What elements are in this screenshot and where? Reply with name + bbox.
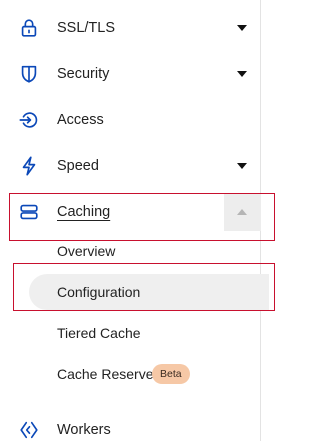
sidebar-subitem-label: Cache Reserve bbox=[57, 366, 154, 382]
sidebar-item-label: Caching bbox=[57, 204, 111, 220]
sidebar-subitem-configuration[interactable]: Configuration bbox=[0, 272, 269, 312]
sidebar-subitem-label: Configuration bbox=[57, 284, 141, 300]
sidebar-item-workers[interactable]: Workers bbox=[0, 407, 261, 441]
sidebar-item-caching[interactable]: Caching bbox=[0, 189, 261, 235]
chevron-down-icon[interactable] bbox=[235, 21, 249, 35]
sidebar-item-label: SSL/TLS bbox=[57, 20, 116, 36]
sidebar-subitem-cache-reserve[interactable]: Cache Reserve Beta bbox=[0, 354, 261, 394]
sidebar-item-speed[interactable]: Speed bbox=[0, 143, 261, 189]
sidebar-item-security[interactable]: Security bbox=[0, 51, 261, 97]
sidebar-item-label: Speed bbox=[57, 158, 99, 174]
beta-badge: Beta bbox=[152, 364, 190, 384]
chevron-up-icon[interactable] bbox=[224, 193, 261, 231]
sidebar-subitem-label: Overview bbox=[57, 243, 116, 259]
sidebar-item-ssl-tls[interactable]: SSL/TLS bbox=[0, 5, 261, 51]
lock-icon bbox=[16, 15, 42, 41]
sidebar-subitem-overview[interactable]: Overview bbox=[0, 231, 261, 271]
sidebar-item-label: Access bbox=[57, 112, 104, 128]
lightning-icon bbox=[16, 153, 42, 179]
page: SSL/TLS Security Access Speed Caching Ov… bbox=[0, 0, 335, 441]
sidebar-nav: SSL/TLS Security Access Speed Caching Ov… bbox=[0, 0, 269, 441]
workers-icon bbox=[16, 417, 42, 441]
sidebar-subitem-label: Tiered Cache bbox=[57, 325, 141, 341]
sidebar-item-access[interactable]: Access bbox=[0, 97, 261, 143]
chevron-down-icon[interactable] bbox=[235, 67, 249, 81]
sidebar-subitem-tiered-cache[interactable]: Tiered Cache bbox=[0, 313, 261, 353]
chevron-down-icon[interactable] bbox=[235, 159, 249, 173]
sidebar-item-label: Security bbox=[57, 66, 110, 82]
access-icon bbox=[16, 107, 42, 133]
shield-icon bbox=[16, 61, 42, 87]
sidebar-item-label: Workers bbox=[57, 422, 111, 438]
server-stack-icon bbox=[16, 199, 42, 225]
